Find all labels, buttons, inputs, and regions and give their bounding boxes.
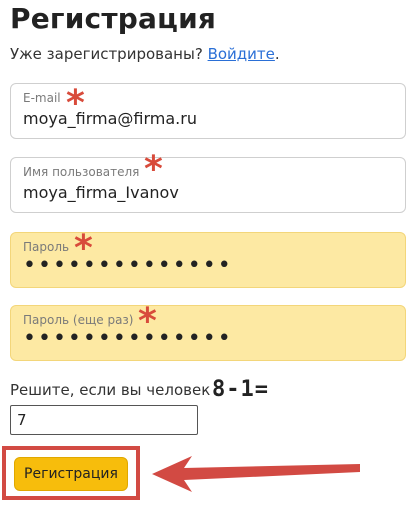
password-required-mark: * xyxy=(74,228,93,269)
username-field[interactable]: Имя пользователя moya_firma_Ivanov xyxy=(10,157,406,213)
page-title: Регистрация xyxy=(10,2,217,35)
email-label: E-mail xyxy=(23,91,61,105)
register-button[interactable]: Регистрация xyxy=(14,457,128,491)
email-required-mark: * xyxy=(66,83,85,124)
password-label: Пароль xyxy=(23,240,70,254)
username-label: Имя пользователя xyxy=(23,165,140,179)
password-repeat-value: •••••••••••••• xyxy=(23,326,233,351)
login-link[interactable]: Войдите xyxy=(208,45,275,63)
submit-highlight-frame: Регистрация xyxy=(2,446,140,500)
password-value: •••••••••••••• xyxy=(23,253,233,278)
username-required-mark: * xyxy=(144,149,163,190)
login-prompt-tail: . xyxy=(274,45,280,63)
captcha-input[interactable]: 7 xyxy=(10,405,198,435)
password-repeat-label: Пароль (еще раз) xyxy=(23,313,134,327)
password-field[interactable]: Пароль •••••••••••••• xyxy=(10,232,406,288)
login-prompt-text: Уже зарегистрированы? xyxy=(10,45,208,63)
captcha-image: 8-1= xyxy=(212,377,269,402)
password-repeat-required-mark: * xyxy=(138,301,157,342)
pointer-arrow-icon xyxy=(152,456,360,492)
email-value: moya_firma@firma.ru xyxy=(23,109,197,128)
captcha-prompt: Решите, если вы человек : xyxy=(10,381,221,399)
login-prompt: Уже зарегистрированы? Войдите. xyxy=(10,45,280,63)
password-repeat-field[interactable]: Пароль (еще раз) •••••••••••••• xyxy=(10,305,406,361)
